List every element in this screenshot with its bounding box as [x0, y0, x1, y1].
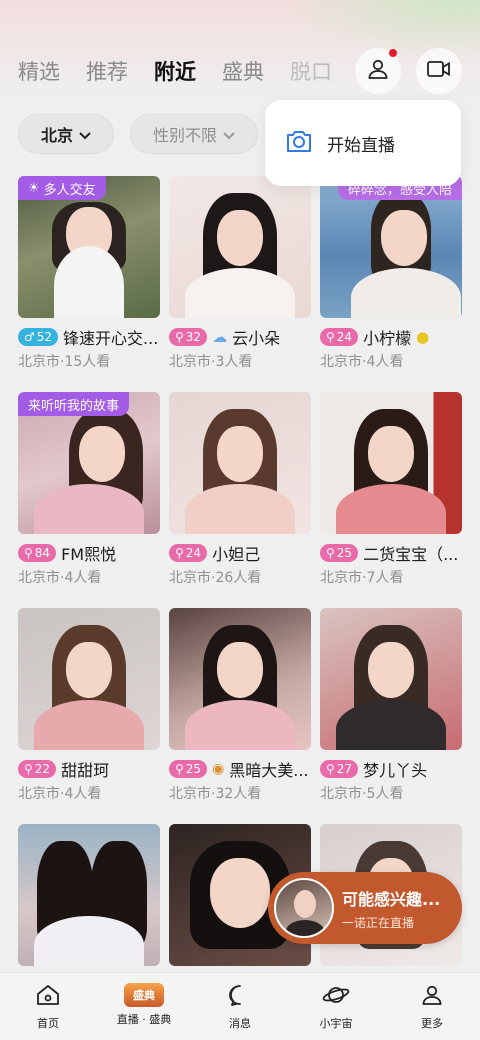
- recommendation-title: 可能感兴趣...: [342, 889, 441, 909]
- stream-thumbnail: [18, 608, 160, 750]
- nav-home-label: 首页: [37, 1017, 59, 1030]
- stream-card[interactable]: ⚲ 27 梦儿丫头 北京市·5人看: [320, 608, 462, 803]
- bottom-nav: 首页 盛典 直播 · 盛典 消息 小宇宙 更多: [0, 972, 480, 1040]
- cloud-icon: ☁: [212, 328, 228, 346]
- stream-card[interactable]: ⚲ 22 甜甜珂 北京市·4人看: [18, 608, 160, 803]
- stream-card[interactable]: ⚲ 25 二货宝宝（... 北京市·7人看: [320, 392, 462, 587]
- gender-filter-label: 性别不限: [153, 126, 218, 145]
- profile-button[interactable]: [355, 48, 401, 94]
- level-badge: ⚲ 27: [320, 760, 359, 778]
- category-tabs: 精选 推荐 附近 盛典 脱口: [18, 56, 332, 86]
- stream-thumbnail: 来听听我的故事: [18, 392, 160, 534]
- streamer-name: 小柠檬: [363, 329, 412, 348]
- tiger-icon: ◉: [212, 761, 225, 777]
- stream-thumbnail: [169, 176, 311, 318]
- stream-thumbnail: [169, 392, 311, 534]
- stream-meta: 北京市·4人看: [320, 354, 404, 370]
- tab-selected[interactable]: 精选: [18, 56, 60, 86]
- stream-meta: 北京市·4人看: [18, 786, 102, 802]
- chevron-down-icon: [79, 125, 91, 144]
- stream-thumbnail: [169, 608, 311, 750]
- city-filter-label: 北京: [41, 126, 74, 145]
- more-person-icon: [420, 983, 444, 1011]
- city-filter[interactable]: 北京: [18, 114, 115, 154]
- stream-thumbnail: [320, 608, 462, 750]
- level-badge: ♂ 52: [18, 328, 59, 346]
- sun-icon: ☀: [28, 180, 40, 196]
- stream-card[interactable]: 碎碎念，感受人陪 ⚲ 24 小柠檬 ● 北京市·4人看: [320, 176, 462, 371]
- recommendation-subtitle: 一诺正在直播: [342, 915, 415, 930]
- stream-thumbnail: ☀ 多人交友: [18, 176, 160, 318]
- nav-universe-label: 小宇宙: [319, 1017, 353, 1030]
- stream-card[interactable]: ⚲ 32 ☁ 云小朵 北京市·3人看: [169, 176, 311, 371]
- lemon-icon: ●: [416, 328, 430, 346]
- streamer-name: 二货宝宝（...: [363, 545, 459, 564]
- level-badge: ⚲ 32: [169, 328, 208, 346]
- level-badge: ⚲ 25: [169, 760, 208, 778]
- level-badge: ⚲ 24: [169, 544, 208, 562]
- streamer-name: 黑暗大美...: [229, 761, 309, 780]
- stream-card[interactable]: ⚲ 24 小妲己 北京市·26人看: [169, 392, 311, 587]
- stream-meta: 北京市·7人看: [320, 570, 404, 586]
- level-badge: ⚲ 25: [320, 544, 359, 562]
- stream-thumbnail: 碎碎念，感受人陪: [320, 176, 462, 318]
- streamer-name: 梦儿丫头: [363, 761, 428, 780]
- stream-meta: 北京市·15人看: [18, 354, 111, 370]
- stream-meta: 北京市·32人看: [169, 786, 262, 802]
- avatar: [274, 878, 334, 938]
- planet-icon: [321, 983, 351, 1011]
- nav-messages[interactable]: 消息: [192, 973, 288, 1040]
- stream-meta: 北京市·4人看: [18, 570, 102, 586]
- streamer-name: 甜甜珂: [61, 761, 110, 780]
- video-camera-icon: [426, 58, 452, 84]
- streamer-name: 锋速开心交...: [63, 329, 159, 348]
- tab-talkshow[interactable]: 脱口: [290, 56, 332, 86]
- start-live-popup[interactable]: 开始直播: [265, 100, 461, 186]
- stream-meta: 北京市·26人看: [169, 570, 262, 586]
- nav-more-label: 更多: [421, 1017, 443, 1030]
- streamer-name: 云小朵: [232, 329, 281, 348]
- start-live-label: 开始直播: [327, 135, 395, 156]
- message-icon: [227, 983, 253, 1011]
- chevron-down-icon: [223, 125, 235, 144]
- live-logo-icon: 盛典: [124, 983, 164, 1007]
- stream-card[interactable]: [18, 824, 160, 966]
- recommendation-float[interactable]: 可能感兴趣... 一诺正在直播: [268, 872, 462, 944]
- nav-home[interactable]: 首页: [0, 973, 96, 1040]
- streamer-name: 小妲己: [212, 545, 261, 564]
- notification-dot: [389, 49, 397, 57]
- stream-tag: ☀ 多人交友: [18, 176, 106, 200]
- level-badge: ⚲ 22: [18, 760, 57, 778]
- video-button[interactable]: [416, 48, 462, 94]
- stream-tag: 来听听我的故事: [18, 392, 130, 416]
- stream-meta: 北京市·5人看: [320, 786, 404, 802]
- nav-more[interactable]: 更多: [384, 973, 480, 1040]
- level-badge: ⚲ 24: [320, 328, 359, 346]
- stream-thumbnail: [18, 824, 160, 966]
- nav-messages-label: 消息: [229, 1017, 251, 1030]
- stream-meta: 北京市·3人看: [169, 354, 253, 370]
- tab-recommend[interactable]: 推荐: [86, 56, 128, 86]
- tab-nearby[interactable]: 附近: [154, 56, 196, 86]
- camera-icon: [285, 128, 313, 158]
- tab-ceremony[interactable]: 盛典: [222, 56, 264, 86]
- stream-card[interactable]: ☀ 多人交友 ♂ 52 锋速开心交... 北京市·15人看: [18, 176, 160, 371]
- home-icon: [35, 983, 61, 1011]
- filter-bar: 北京 性别不限: [18, 114, 259, 154]
- nav-universe[interactable]: 小宇宙: [288, 973, 384, 1040]
- level-badge: ⚲ 84: [18, 544, 57, 562]
- nav-live-label: 直播 · 盛典: [116, 1013, 172, 1026]
- nav-live[interactable]: 盛典 直播 · 盛典: [96, 973, 192, 1040]
- stream-card[interactable]: ⚲ 25 ◉ 黑暗大美... 北京市·32人看: [169, 608, 311, 803]
- gender-filter[interactable]: 性别不限: [130, 114, 259, 154]
- person-icon: [366, 57, 390, 85]
- streamer-name: FM熙悦: [61, 545, 117, 564]
- stream-thumbnail: [320, 392, 462, 534]
- stream-card[interactable]: 来听听我的故事 ⚲ 84 FM熙悦 北京市·4人看: [18, 392, 160, 587]
